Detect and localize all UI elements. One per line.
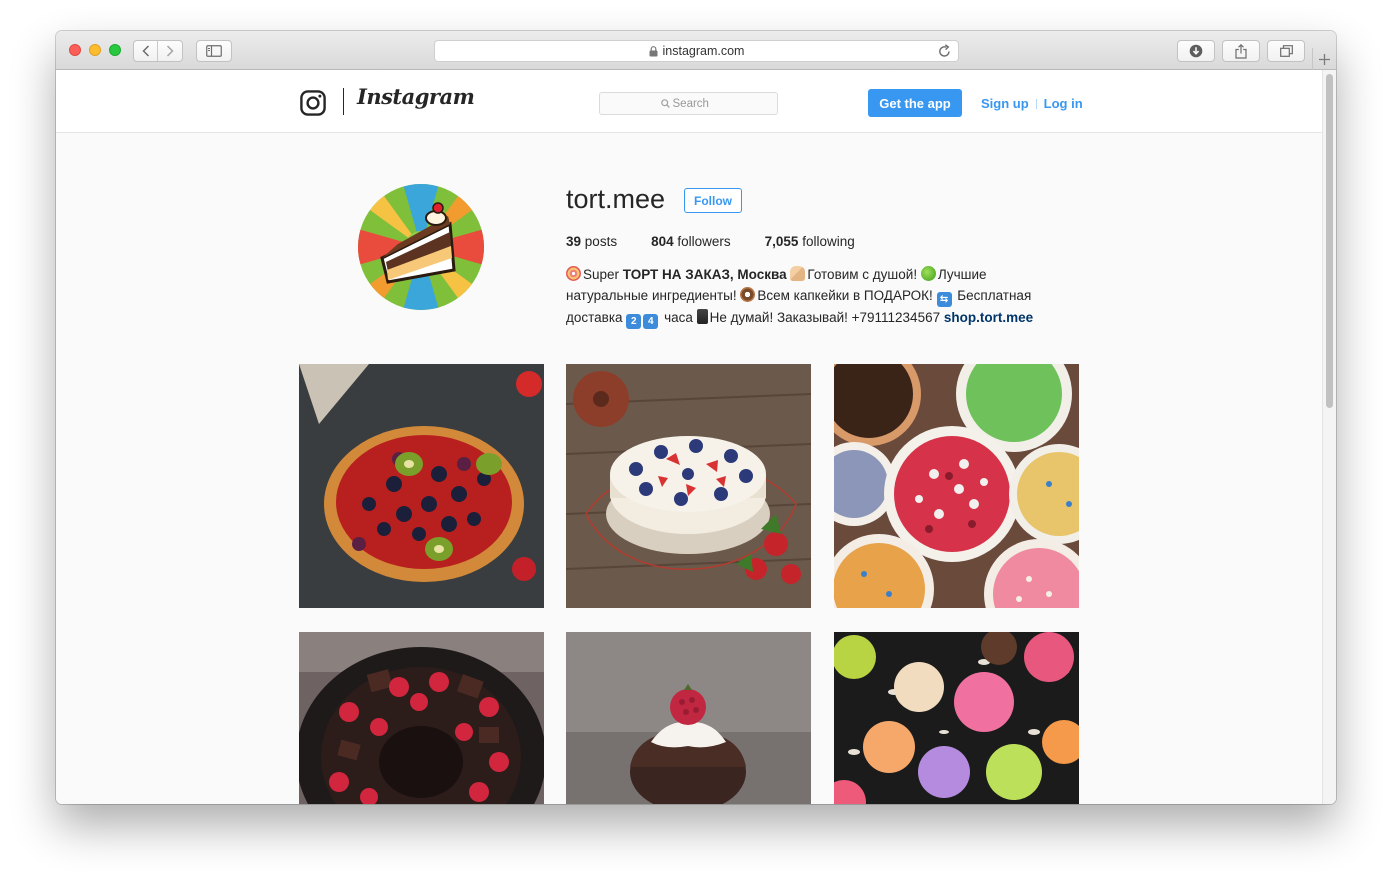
download-icon [1189, 44, 1203, 58]
instagram-wordmark[interactable]: Instagram [357, 84, 475, 109]
auth-links: Sign up Log in [981, 96, 1083, 111]
logo-divider [343, 88, 344, 115]
follow-button[interactable]: Follow [684, 188, 742, 213]
page-scrollbar[interactable] [1322, 70, 1336, 804]
search-input[interactable] [672, 97, 717, 110]
lollipop-icon [566, 266, 581, 281]
scrollbar-thumb[interactable] [1326, 74, 1333, 408]
bio-bold-text: ТОРТ НА ЗАКАЗ, Москва [622, 267, 787, 282]
bio-text-1: Super [583, 267, 623, 282]
berry-tart-image [299, 364, 544, 608]
url-text: instagram.com [662, 44, 745, 58]
delivery-icon: ⇆ [936, 292, 952, 307]
close-window-button[interactable] [69, 44, 81, 56]
cake-slice-avatar-image [358, 184, 484, 310]
downloads-button[interactable] [1177, 40, 1215, 62]
profile-avatar[interactable] [358, 184, 484, 310]
stat-posts-count: 39 [566, 234, 582, 249]
mobile-phone-icon [696, 309, 708, 324]
stat-followers[interactable]: 804 followers [651, 234, 731, 249]
stat-posts: 39 posts [566, 234, 617, 249]
get-the-app-button[interactable]: Get the app [868, 89, 962, 117]
instagram-header: Instagram Get the app Sign up Log in [56, 70, 1322, 133]
profile-username: tort.mee [566, 184, 666, 214]
forward-button[interactable] [158, 41, 182, 61]
share-icon [1235, 43, 1247, 59]
bio-text-2: Готовим с душой! [807, 267, 921, 282]
instagram-logo-icon[interactable] [300, 90, 326, 116]
lock-icon [649, 45, 658, 57]
profile-bio: Super ТОРТ НА ЗАКАЗ, Москва Готовим с ду… [566, 264, 1066, 329]
stat-followers-label: followers [677, 234, 731, 249]
berry-cake-image [566, 364, 811, 608]
profile-stats: 39 posts 804 followers 7,055 following [566, 234, 889, 249]
log-in-link[interactable]: Log in [1044, 96, 1083, 111]
keycap-2-icon: 2 [626, 314, 642, 329]
chevron-right-icon [166, 45, 174, 57]
post-tile-macarons[interactable] [834, 632, 1079, 804]
browser-toolbar: instagram.com [56, 31, 1336, 70]
address-bar[interactable]: instagram.com [434, 40, 959, 62]
stat-following[interactable]: 7,055 following [765, 234, 855, 249]
keycap-4-icon: 4 [643, 314, 659, 329]
sidebar-button[interactable] [196, 40, 232, 62]
chevron-left-icon [141, 45, 149, 57]
share-button[interactable] [1222, 40, 1260, 62]
donut-icon [740, 287, 756, 302]
bio-text-7: Не думай! Заказывай! +79111234567 [709, 310, 944, 325]
praying-hands-icon [790, 266, 806, 281]
auth-separator [1035, 98, 1037, 109]
post-tile-sprinkles-bowls[interactable] [834, 364, 1079, 608]
stat-posts-label: posts [584, 234, 618, 249]
post-tile-raspberry-cupcake[interactable] [566, 632, 811, 804]
bio-text-4: Всем капкейки в ПОДАРОК! [757, 288, 937, 303]
search-icon [660, 99, 670, 108]
green-apple-icon [920, 266, 936, 281]
web-page: Instagram Get the app Sign up Log in [56, 70, 1322, 804]
tabs-button[interactable] [1267, 40, 1305, 62]
raspberry-cupcake-image [566, 632, 811, 804]
bio-website-link[interactable]: shop.tort.mee [944, 310, 1033, 325]
plus-icon [1319, 53, 1330, 65]
chocolate-raspberry-cake-image [299, 632, 544, 804]
macarons-image [834, 632, 1079, 804]
sprinkles-bowls-image [834, 364, 1079, 608]
reload-icon[interactable] [938, 44, 951, 61]
post-tile-chocolate-raspberry-cake[interactable] [299, 632, 544, 804]
post-tile-berry-tart[interactable] [299, 364, 544, 608]
post-tile-berry-cake[interactable] [566, 364, 811, 608]
stat-following-label: following [802, 234, 855, 249]
back-button[interactable] [134, 41, 159, 61]
sidebar-icon [206, 45, 222, 57]
zoom-window-button[interactable] [109, 44, 121, 56]
back-forward-buttons [133, 40, 183, 62]
tabs-overview-icon [1279, 45, 1293, 57]
new-tab-button[interactable] [1312, 48, 1336, 70]
stat-followers-count: 804 [651, 234, 674, 249]
browser-window: instagram.com Instagram Search Get the a… [56, 31, 1336, 804]
minimize-window-button[interactable] [89, 44, 101, 56]
search-box[interactable] [599, 92, 778, 115]
stat-following-count: 7,055 [764, 234, 799, 249]
bio-text-6: часа [660, 310, 697, 325]
sign-up-link[interactable]: Sign up [981, 96, 1029, 111]
